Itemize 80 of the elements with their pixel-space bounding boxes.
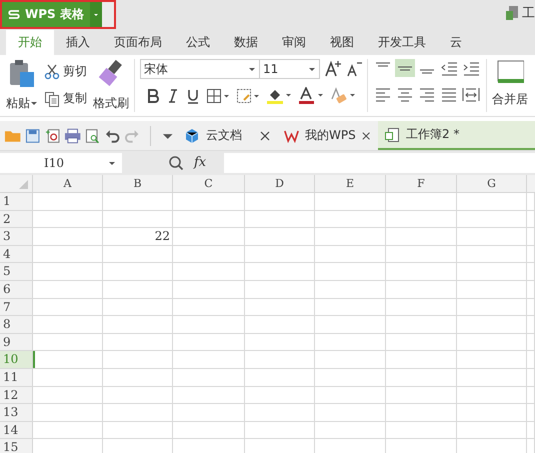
shrink-font-icon[interactable] <box>346 60 362 78</box>
function-button[interactable]: fx <box>194 155 206 170</box>
print-preview-icon[interactable] <box>85 128 101 144</box>
font-color-icon[interactable] <box>298 87 324 105</box>
search-icon[interactable] <box>168 154 184 170</box>
copy-icon <box>44 90 60 106</box>
fill-color-icon[interactable] <box>266 87 292 105</box>
row-header[interactable]: 15 <box>0 439 33 453</box>
clear-format-icon[interactable] <box>330 87 356 105</box>
row-header[interactable]: 3 <box>0 228 33 245</box>
bold-icon[interactable] <box>146 88 160 104</box>
borders-icon[interactable] <box>206 88 230 104</box>
formula-field[interactable] <box>224 152 535 172</box>
row-header[interactable]: 7 <box>0 298 33 316</box>
column-header[interactable]: G <box>457 175 527 192</box>
row-header[interactable]: 10 <box>0 351 33 368</box>
row-header[interactable]: 12 <box>0 386 33 404</box>
ribbon-tab[interactable]: 页面布局 <box>102 30 174 55</box>
table-cell: 22 <box>154 229 170 244</box>
print-icon[interactable] <box>64 128 82 144</box>
column-header[interactable]: B <box>103 175 173 192</box>
row-header[interactable]: 6 <box>0 280 33 298</box>
caret-icon <box>30 99 38 107</box>
column-header[interactable]: C <box>173 175 245 192</box>
cell-style-icon[interactable] <box>236 88 260 104</box>
caret-icon <box>308 65 316 73</box>
spreadsheet-icon <box>384 126 400 142</box>
close-icon[interactable] <box>260 130 270 140</box>
cube-icon <box>184 128 200 144</box>
caret-icon <box>248 65 256 73</box>
logo-icon <box>8 8 20 20</box>
row-header[interactable]: 1 <box>0 193 33 210</box>
clipboard-icon <box>8 59 36 89</box>
row-header[interactable]: 2 <box>0 210 33 228</box>
window-title: 工 <box>522 5 535 22</box>
close-icon[interactable] <box>362 130 370 140</box>
blank-tab[interactable] <box>102 2 114 27</box>
format-painter-button[interactable]: 格式刷 <box>93 95 129 112</box>
scissors-icon <box>44 64 60 80</box>
grow-font-icon[interactable] <box>324 60 342 78</box>
row-header[interactable]: 9 <box>0 334 33 350</box>
row-header[interactable]: 5 <box>0 263 33 280</box>
row-header[interactable]: 4 <box>0 246 33 262</box>
column-header[interactable]: F <box>386 175 457 192</box>
ribbon-tab[interactable]: 审阅 <box>270 30 318 55</box>
merge-button[interactable]: 合并居 <box>492 91 528 108</box>
cut-button[interactable]: 剪切 <box>44 63 87 80</box>
export-pdf-icon[interactable] <box>44 128 60 144</box>
app-menu-button[interactable]: WPS 表格 <box>2 2 90 27</box>
underline-icon[interactable] <box>186 88 200 104</box>
document-tab[interactable]: 我的WPS <box>278 121 378 150</box>
document-tab[interactable]: 云文档 <box>178 121 278 150</box>
ribbon-tab[interactable]: 视图 <box>318 30 366 55</box>
row-header[interactable]: 13 <box>0 404 33 421</box>
column-header[interactable]: E <box>315 175 386 192</box>
row-header[interactable]: 14 <box>0 422 33 438</box>
ribbon-tab[interactable]: 数据 <box>222 30 270 55</box>
row-header[interactable]: 11 <box>0 368 33 386</box>
document-icon <box>505 5 519 21</box>
ribbon-tab[interactable]: 云 <box>438 30 474 55</box>
ribbon-tab[interactable]: 插入 <box>54 30 102 55</box>
document-tab[interactable]: 工作簿2 * <box>378 121 535 150</box>
undo-icon[interactable] <box>104 128 120 144</box>
font-name-field[interactable]: 宋体 <box>140 59 260 79</box>
column-header[interactable]: D <box>245 175 315 192</box>
save-icon[interactable] <box>25 128 41 144</box>
row-header[interactable]: 8 <box>0 316 33 333</box>
italic-icon[interactable] <box>166 88 180 104</box>
distribute-icon[interactable] <box>461 85 481 103</box>
merge-cells-icon <box>496 59 524 85</box>
column-header[interactable]: A <box>33 175 103 192</box>
align-icon[interactable] <box>395 59 415 77</box>
ribbon-tab[interactable]: 开发工具 <box>366 30 438 55</box>
ribbon-tab[interactable]: 开始 <box>6 30 54 55</box>
name-box[interactable]: I10 <box>0 152 122 172</box>
w-logo-icon <box>284 128 299 142</box>
font-size-field[interactable]: 11 <box>259 59 320 79</box>
copy-button[interactable]: 复制 <box>44 90 87 107</box>
ribbon-tab[interactable]: 公式 <box>174 30 222 55</box>
paste-button[interactable]: 粘贴 <box>6 95 38 112</box>
